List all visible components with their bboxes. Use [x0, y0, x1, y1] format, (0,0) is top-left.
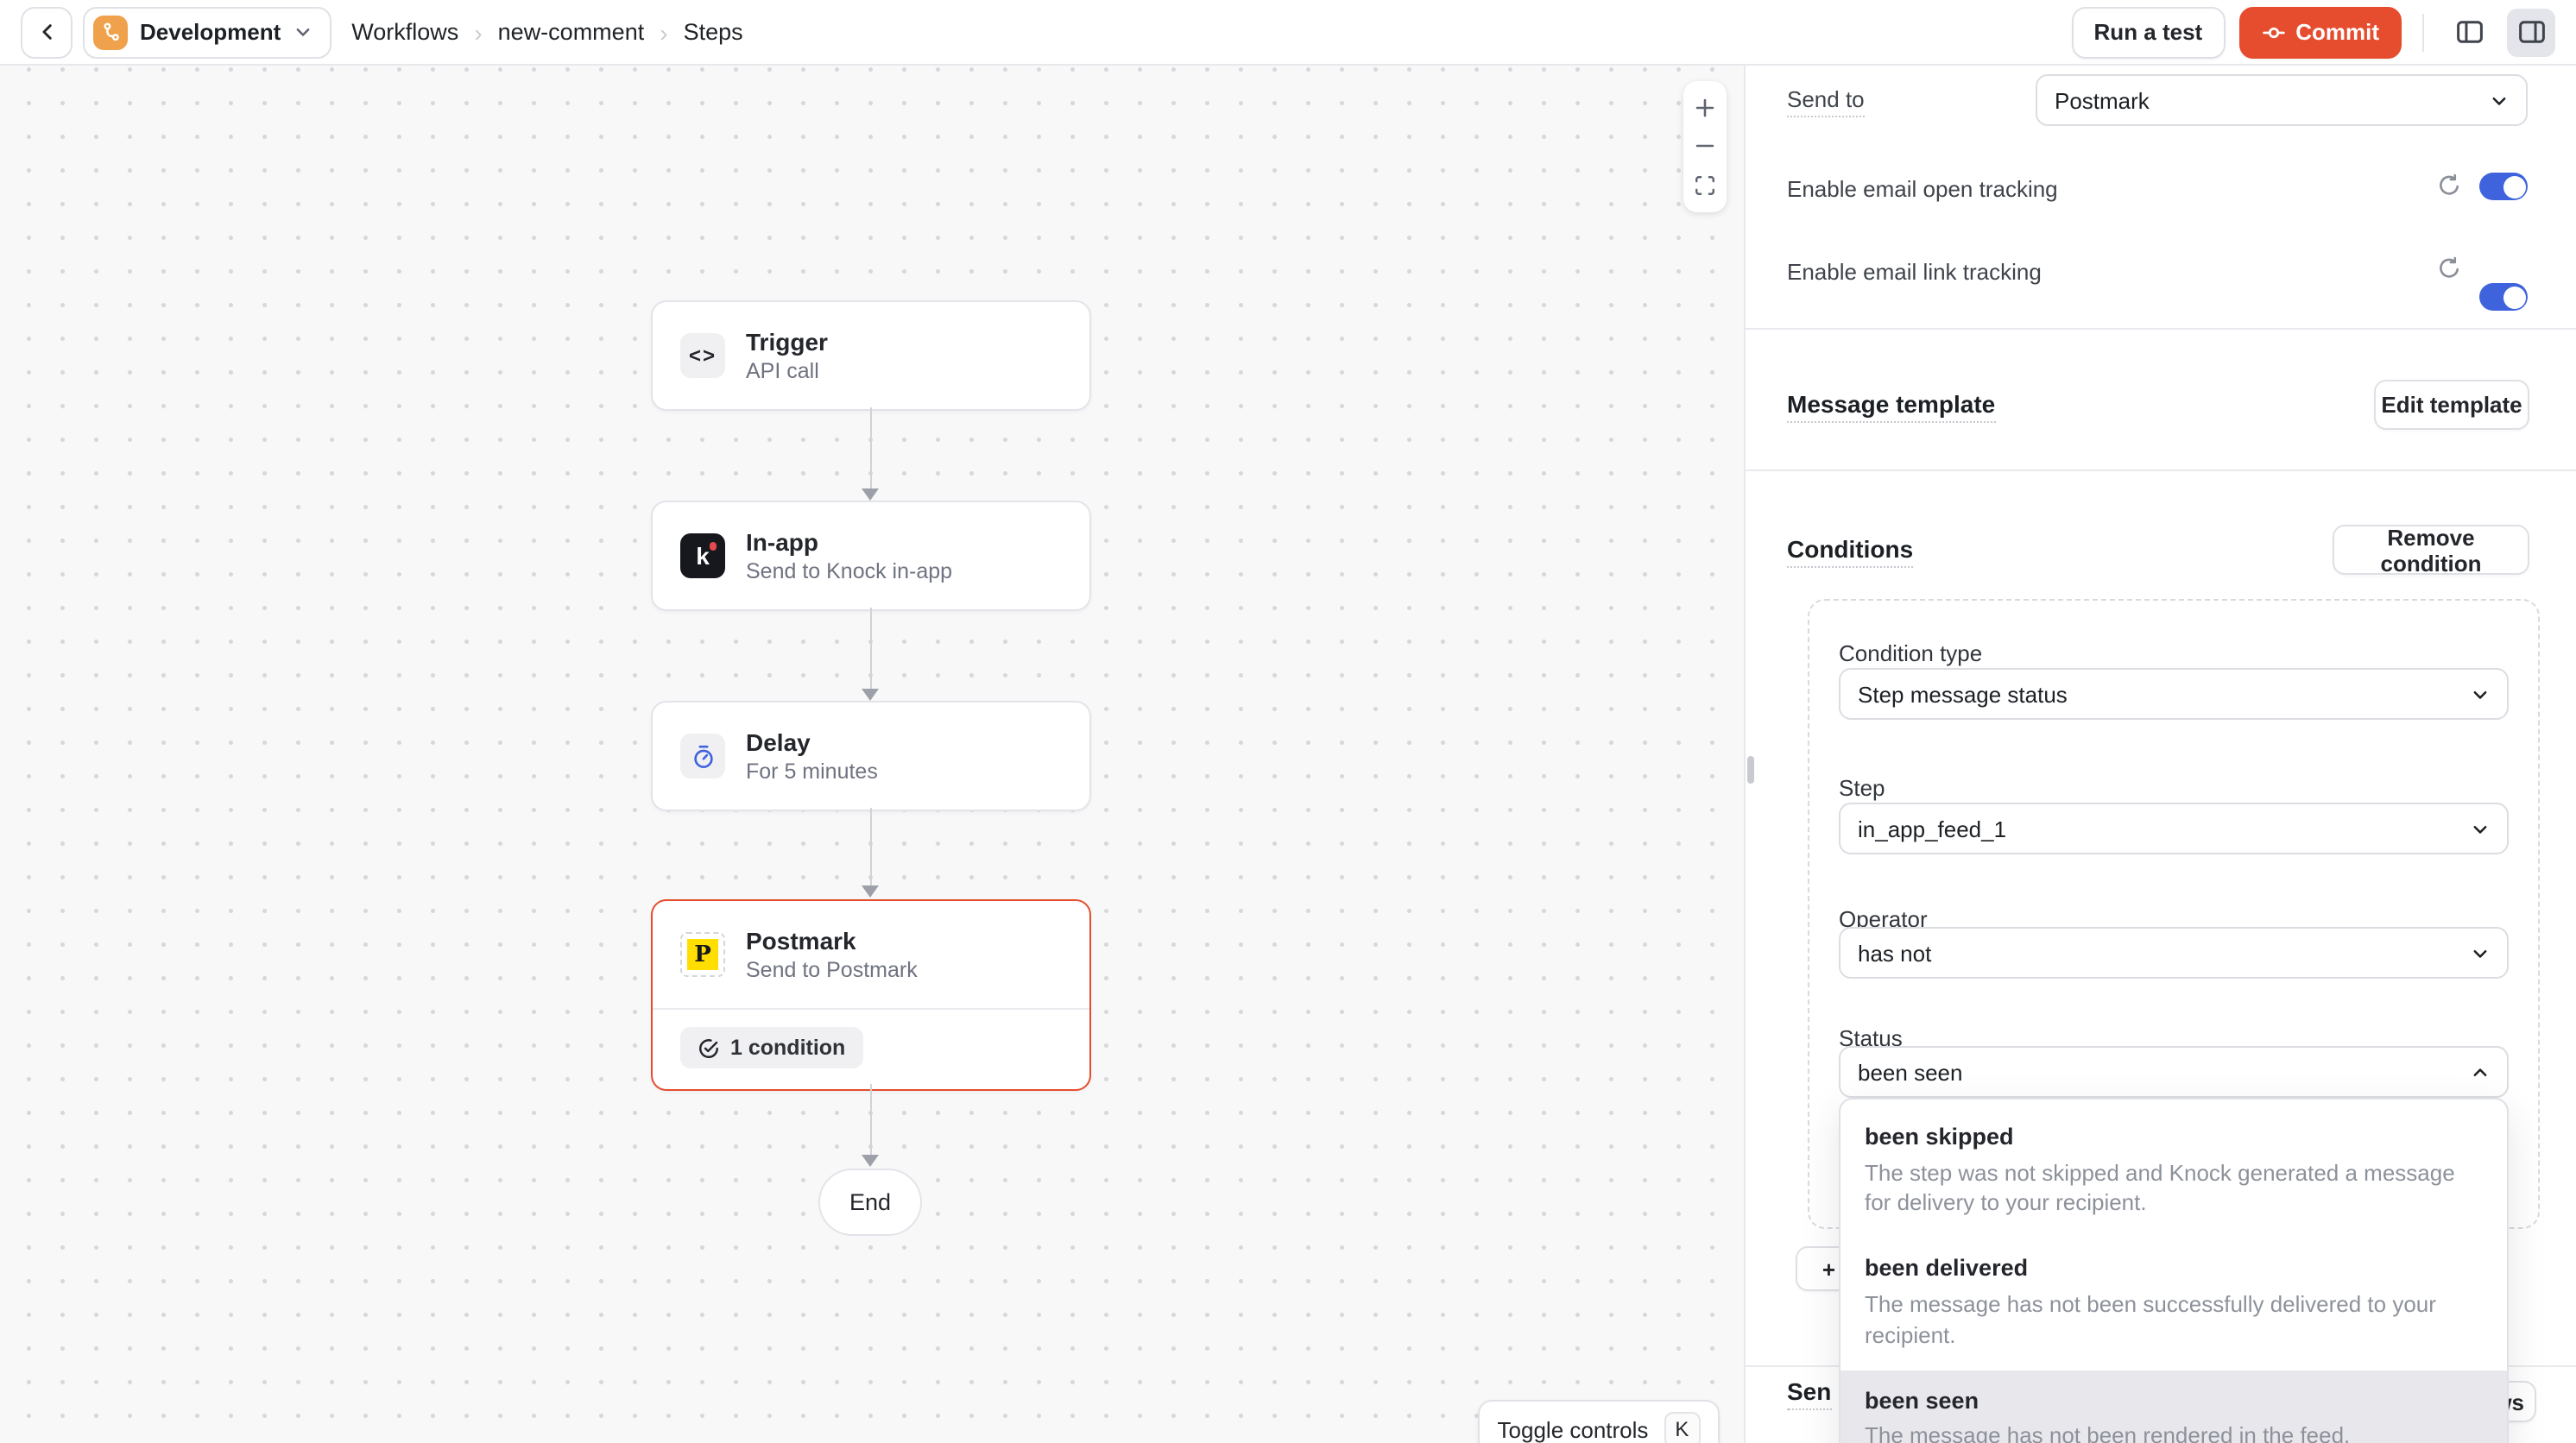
- node-title: In-app: [746, 527, 952, 557]
- back-button[interactable]: [21, 6, 73, 58]
- edge-arrowhead-icon: [862, 488, 879, 501]
- node-subtitle: API call: [746, 360, 828, 384]
- minus-icon: [1694, 135, 1716, 158]
- chevron-left-icon: [35, 21, 58, 43]
- stopwatch-icon: [680, 734, 725, 778]
- run-a-test-button[interactable]: Run a test: [2072, 6, 2226, 58]
- delay-node[interactable]: Delay For 5 minutes: [651, 701, 1091, 811]
- chevron-down-icon: [2471, 943, 2490, 962]
- status-combobox[interactable]: been seen: [1839, 1046, 2509, 1098]
- top-bar: Development Workflows › new-comment › St…: [0, 0, 2576, 66]
- chevron-down-icon: [293, 22, 312, 41]
- status-dropdown-menu: been skipped The step was not skipped an…: [1839, 1098, 2509, 1443]
- left-panel-toggle-button[interactable]: [2445, 8, 2493, 56]
- message-template-heading: Message template: [1787, 390, 1995, 423]
- toggle-controls-button[interactable]: Toggle controls K: [1478, 1400, 1720, 1443]
- email-open-tracking-toggle[interactable]: [2479, 173, 2528, 200]
- chevron-down-icon: [2471, 684, 2490, 703]
- panel-right-icon: [2516, 17, 2546, 47]
- edge-connector: [869, 608, 872, 690]
- edge-connector: [869, 808, 872, 887]
- chevron-down-icon: [2490, 91, 2509, 110]
- status-option-been-seen[interactable]: been seen The message has not been rende…: [1840, 1371, 2507, 1443]
- node-subtitle: Send to Knock in-app: [746, 560, 952, 584]
- send-to-select[interactable]: Postmark: [2036, 74, 2528, 126]
- canvas-zoom-controls: [1683, 81, 1727, 212]
- knock-logo-icon: k: [680, 533, 725, 578]
- right-panel-toggle-button[interactable]: [2507, 8, 2555, 56]
- trigger-node[interactable]: <> Trigger API call: [651, 300, 1091, 411]
- send-to-label: Send to: [1787, 86, 1865, 117]
- operator-select[interactable]: has not: [1839, 927, 2509, 979]
- git-commit-icon: [2261, 20, 2285, 44]
- edge-arrowhead-icon: [862, 1155, 879, 1167]
- panel-left-icon: [2454, 17, 2484, 47]
- node-subtitle: Send to Postmark: [746, 959, 918, 983]
- condition-type-select[interactable]: Step message status: [1839, 668, 2509, 720]
- edit-template-button[interactable]: Edit template: [2374, 380, 2529, 430]
- plus-icon: [1694, 97, 1716, 119]
- in-app-node[interactable]: k In-app Send to Knock in-app: [651, 501, 1091, 611]
- postmark-node[interactable]: P Postmark Send to Postmark 1 condition: [651, 899, 1091, 1091]
- chevron-down-icon: [2471, 819, 2490, 838]
- panel-scrollbar[interactable]: [1747, 756, 1753, 784]
- section-divider: [1746, 469, 2576, 471]
- breadcrumb-workflow-name[interactable]: new-comment: [498, 19, 645, 45]
- step-settings-panel: Send to Postmark Enable email open track…: [1744, 66, 2576, 1443]
- node-title: Postmark: [746, 926, 918, 955]
- step-select[interactable]: in_app_feed_1: [1839, 803, 2509, 854]
- postmark-logo-icon: P: [680, 932, 725, 977]
- status-option-been-skipped[interactable]: been skipped The step was not skipped an…: [1840, 1106, 2507, 1238]
- email-open-tracking-label: Enable email open tracking: [1787, 176, 2058, 202]
- edge-connector: [869, 407, 872, 490]
- breadcrumb: Workflows › new-comment › Steps: [351, 18, 742, 46]
- keyboard-shortcut-badge: K: [1664, 1411, 1700, 1443]
- node-subtitle: For 5 minutes: [746, 760, 878, 785]
- status-option-been-delivered[interactable]: been delivered The message has not been …: [1840, 1238, 2507, 1371]
- chevron-up-icon: [2471, 1062, 2490, 1081]
- toolbar-divider: [2422, 13, 2424, 51]
- commit-button[interactable]: Commit: [2238, 6, 2402, 58]
- end-node[interactable]: End: [818, 1169, 922, 1236]
- breadcrumb-workflows[interactable]: Workflows: [351, 19, 458, 45]
- zoom-out-button[interactable]: [1690, 132, 1720, 161]
- condition-type-label: Condition type: [1839, 640, 1982, 666]
- node-title: Trigger: [746, 327, 828, 356]
- fit-view-icon: [1694, 174, 1716, 197]
- workflow-branch-icon: [93, 15, 128, 49]
- circle-check-icon: [698, 1037, 720, 1059]
- edge-connector: [869, 1084, 872, 1156]
- edge-arrowhead-icon: [862, 885, 879, 898]
- email-link-tracking-toggle[interactable]: [2479, 283, 2528, 311]
- email-link-tracking-label: Enable email link tracking: [1787, 259, 2042, 285]
- step-label: Step: [1839, 775, 1885, 801]
- breadcrumb-separator: ›: [660, 18, 667, 46]
- code-icon: <>: [680, 333, 725, 378]
- workflow-canvas[interactable]: <> Trigger API call k In-app Send to Kno…: [0, 66, 1744, 1443]
- send-windows-heading-partial: Sen: [1787, 1377, 1831, 1410]
- environment-switcher[interactable]: Development: [83, 6, 331, 58]
- workflow-editor: Development Workflows › new-comment › St…: [0, 0, 2576, 1443]
- refresh-icon[interactable]: [2436, 255, 2462, 281]
- edge-arrowhead-icon: [862, 689, 879, 701]
- refresh-icon[interactable]: [2436, 173, 2462, 198]
- zoom-in-button[interactable]: [1690, 93, 1720, 123]
- fit-view-button[interactable]: [1690, 171, 1720, 200]
- node-title: Delay: [746, 728, 878, 757]
- breadcrumb-steps[interactable]: Steps: [684, 19, 743, 45]
- remove-condition-button[interactable]: Remove condition: [2333, 525, 2529, 575]
- condition-count-badge[interactable]: 1 condition: [680, 1027, 862, 1068]
- conditions-heading: Conditions: [1787, 535, 1913, 568]
- section-divider: [1746, 328, 2576, 330]
- breadcrumb-separator: ›: [474, 18, 482, 46]
- environment-label: Development: [140, 19, 281, 45]
